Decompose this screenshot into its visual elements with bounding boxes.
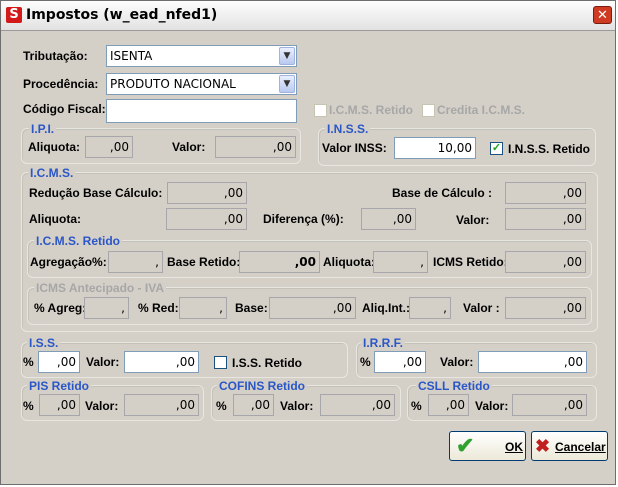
icms-retido-base-label: Base Retido:	[167, 255, 241, 269]
irrf-title: I.R.R.F.	[361, 336, 406, 350]
irrf-valor-label: Valor:	[440, 355, 474, 369]
iss-valor-input[interactable]: ,00	[124, 351, 199, 373]
app-icon: S	[6, 7, 22, 23]
inss-valor-input[interactable]: 10,00	[394, 137, 476, 159]
icms-retido-aliquota-input[interactable]: ,	[373, 251, 428, 273]
icms-retido-checkbox[interactable]	[314, 104, 327, 117]
icms-retido-agregacao-input[interactable]: ,	[108, 251, 163, 273]
chevron-down-icon[interactable]: ▼	[279, 47, 295, 65]
icms-antecipado-valor-label: Valor :	[463, 301, 500, 315]
irrf-pct-label: %	[360, 355, 371, 369]
icms-antecipado-valor-input[interactable]: ,00	[505, 297, 586, 319]
icms-title: I.C.M.S.	[28, 166, 76, 180]
tributacao-value: ISENTA	[110, 49, 153, 63]
icms-diferenca-input[interactable]: ,00	[361, 208, 416, 230]
pis-title: PIS Retido	[27, 379, 92, 393]
credita-icms-checkbox-label: Credita I.C.M.S.	[437, 103, 526, 117]
ipi-aliquota-input[interactable]: ,00	[85, 136, 133, 158]
icms-retido-checkbox-label: I.C.M.S. Retido	[329, 103, 413, 117]
cofins-pct-input[interactable]: ,00	[233, 394, 274, 416]
icms-retido-aliquota-label: Aliquota:	[323, 255, 375, 269]
icms-retido-title: I.C.M.S. Retido	[34, 234, 122, 248]
procedencia-value: PRODUTO NACIONAL	[110, 77, 236, 91]
csll-title: CSLL Retido	[416, 379, 492, 393]
cofins-title: COFINS Retido	[217, 379, 307, 393]
x-icon: ✖	[535, 436, 551, 456]
cancel-button[interactable]: ✖ Cancelar	[531, 431, 608, 461]
icms-valor-input[interactable]: ,00	[505, 208, 586, 230]
cofins-pct-label: %	[216, 399, 227, 413]
csll-pct-input[interactable]: ,00	[428, 394, 469, 416]
pis-valor-input[interactable]: ,00	[124, 394, 199, 416]
icms-valor-label: Valor:	[456, 213, 490, 227]
credita-icms-checkbox[interactable]	[422, 104, 435, 117]
csll-valor-label: Valor:	[475, 399, 509, 413]
iss-pct-label: %	[23, 355, 34, 369]
tributacao-select[interactable]: ISENTA ▼	[106, 45, 297, 67]
icms-antecipado-title: ICMS Antecipado - IVA	[34, 281, 167, 295]
window-title: Impostos (w_ead_nfed1)	[26, 7, 218, 23]
icms-antecipado-aliq-input[interactable]: ,	[409, 297, 451, 319]
codigo-fiscal-label: Código Fiscal:	[23, 102, 106, 116]
icms-antecipado-base-input[interactable]: ,00	[269, 297, 356, 319]
title-bar[interactable]: S Impostos (w_ead_nfed1) ✕	[1, 1, 615, 31]
close-button[interactable]: ✕	[593, 6, 612, 24]
iss-retido-label: I.S.S. Retido	[232, 356, 303, 370]
icms-reducao-input[interactable]: ,00	[167, 182, 247, 204]
ipi-valor-label: Valor:	[172, 140, 206, 154]
pis-pct-label: %	[23, 399, 34, 413]
cofins-valor-input[interactable]: ,00	[320, 394, 395, 416]
ipi-valor-input[interactable]: ,00	[215, 136, 296, 158]
icms-reducao-label: Redução Base Cálculo:	[29, 186, 163, 200]
csll-pct-label: %	[411, 399, 422, 413]
impostos-window: S Impostos (w_ead_nfed1) ✕ Tributação: I…	[0, 0, 616, 485]
icms-antecipado-aliq-label: Aliq.Int.:	[362, 301, 410, 315]
icms-antecipado-red-input[interactable]: ,	[179, 297, 227, 319]
cancel-label: Cancelar	[555, 440, 606, 454]
ipi-title: I.P.I.	[29, 122, 57, 136]
inss-retido-checkbox[interactable]: ✓	[490, 142, 503, 155]
icms-antecipado-agreg-input[interactable]: ,	[84, 297, 129, 319]
csll-valor-input[interactable]: ,00	[512, 394, 587, 416]
ok-label: OK	[505, 440, 523, 454]
icms-antecipado-red-label: % Red:	[138, 301, 179, 315]
irrf-valor-input[interactable]: ,00	[478, 351, 587, 373]
cofins-valor-label: Valor:	[280, 399, 314, 413]
inss-valor-label: Valor INSS:	[322, 141, 387, 155]
check-icon: ✔	[456, 433, 475, 458]
icms-retido-icms-input[interactable]: ,00	[505, 251, 586, 273]
icms-retido-base-input[interactable]: ,00	[239, 251, 320, 273]
procedencia-select[interactable]: PRODUTO NACIONAL ▼	[106, 73, 297, 95]
inss-title: I.N.S.S.	[325, 122, 371, 136]
irrf-pct-input[interactable]: ,00	[374, 351, 426, 373]
iss-title: I.S.S.	[27, 336, 61, 350]
pis-pct-input[interactable]: ,00	[39, 394, 80, 416]
icms-aliquota-input[interactable]: ,00	[166, 208, 247, 230]
icms-base-calc-input[interactable]: ,00	[505, 182, 586, 204]
procedencia-label: Procedência:	[23, 77, 99, 91]
ipi-aliquota-label: Aliquota:	[28, 140, 80, 154]
chevron-down-icon[interactable]: ▼	[279, 75, 295, 93]
icms-aliquota-label: Aliquota:	[29, 212, 81, 226]
pis-valor-label: Valor:	[85, 399, 119, 413]
ok-button[interactable]: ✔ OK	[449, 431, 526, 461]
icms-diferenca-label: Diferença (%):	[263, 212, 344, 226]
iss-retido-checkbox[interactable]	[214, 356, 227, 369]
icms-base-calc-label: Base de Cálculo :	[392, 186, 493, 200]
codigo-fiscal-input[interactable]	[106, 99, 297, 123]
icms-retido-icms-label: ICMS Retido:	[433, 255, 508, 269]
tributacao-label: Tributação:	[23, 49, 88, 63]
icms-antecipado-base-label: Base:	[235, 301, 268, 315]
icms-antecipado-agreg-label: % Agreg:	[34, 301, 87, 315]
inss-retido-label: I.N.S.S. Retido	[508, 142, 591, 156]
iss-pct-input[interactable]: ,00	[38, 351, 80, 373]
icms-retido-agregacao-label: Agregação%:	[30, 255, 107, 269]
iss-valor-label: Valor:	[86, 355, 120, 369]
